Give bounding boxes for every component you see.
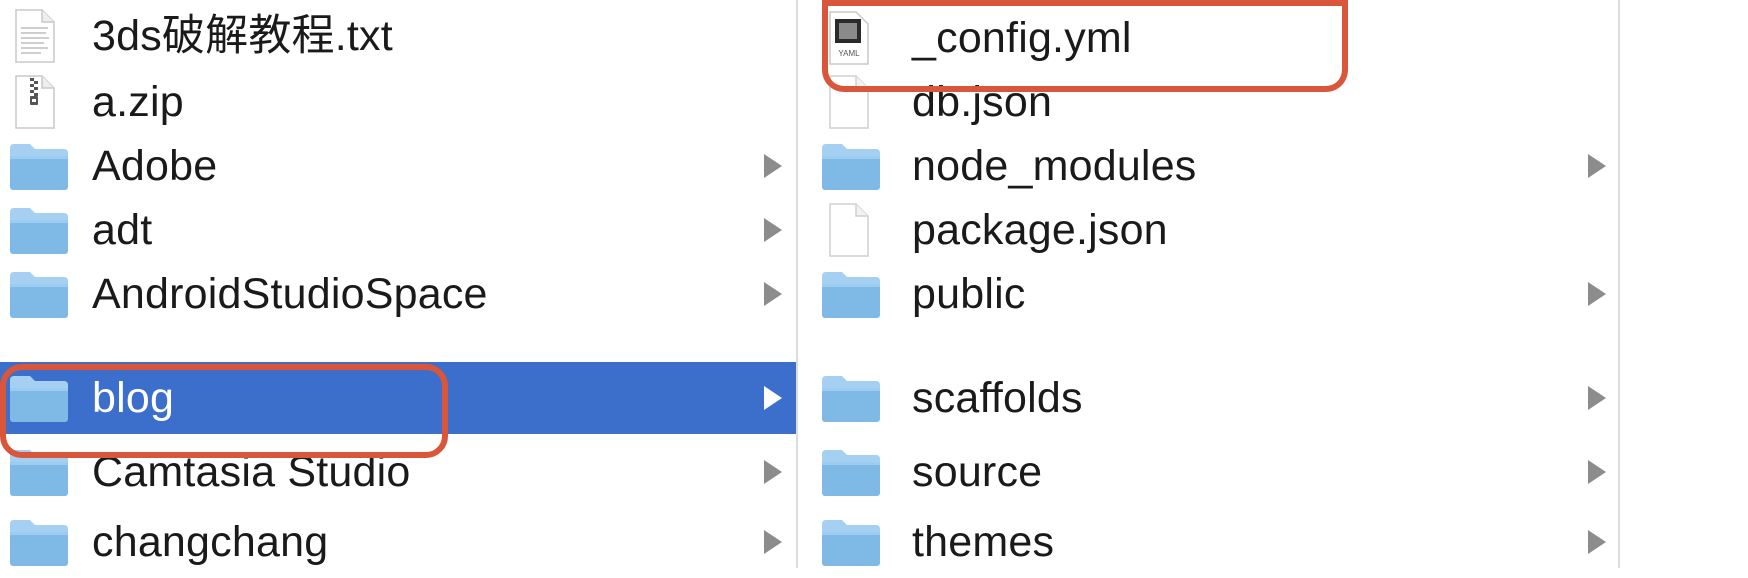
list-item[interactable]: adt [0,194,796,266]
folder-icon [8,266,70,322]
yaml-file-icon: YAML [820,10,882,66]
list-item[interactable]: package.json [798,194,1620,266]
item-label: package.json [912,206,1168,254]
disclosure-arrow-icon[interactable] [1582,258,1612,330]
document-icon [820,74,882,130]
list-item[interactable]: node_modules [798,130,1620,202]
item-label: changchang [92,518,329,566]
folder-icon [8,138,70,194]
document-icon [820,202,882,258]
folder-icon [8,370,70,426]
item-label: source [912,448,1043,496]
folder-icon [8,202,70,258]
item-label: _config.yml [912,14,1132,62]
finder-column-blog[interactable]: YAML _config.yml db.json node_modules pa… [798,0,1620,568]
disclosure-arrow-icon[interactable] [758,130,788,202]
text-file-icon [8,8,70,64]
disclosure-arrow-icon[interactable] [758,506,788,578]
item-label: themes [912,518,1055,566]
list-item[interactable]: db.json [798,66,1620,138]
empty-column-area[interactable] [1620,0,1748,568]
list-item[interactable]: YAML _config.yml [798,2,1620,74]
item-label: 3ds破解教程.txt [92,12,393,60]
list-item[interactable]: public [798,258,1620,330]
disclosure-arrow-icon[interactable] [758,258,788,330]
disclosure-arrow-icon[interactable] [758,362,788,434]
list-item[interactable]: source [798,436,1620,508]
list-item[interactable]: a.zip [0,66,796,138]
disclosure-arrow-icon[interactable] [1582,506,1612,578]
zip-file-icon [8,74,70,130]
item-label: a.zip [92,78,184,126]
list-item[interactable]: 3ds破解教程.txt [0,0,796,72]
list-item-selected[interactable]: blog [0,362,796,434]
disclosure-arrow-icon[interactable] [758,436,788,508]
item-label: Adobe [92,142,218,190]
folder-icon [820,266,882,322]
item-label: Camtasia Studio [92,448,411,496]
item-label: db.json [912,78,1053,126]
list-item[interactable]: themes [798,506,1620,578]
folder-icon [820,444,882,500]
item-label: AndroidStudioSpace [92,270,488,318]
item-label: node_modules [912,142,1197,190]
item-label: public [912,270,1026,318]
folder-icon [820,138,882,194]
list-item[interactable]: AndroidStudioSpace [0,258,796,330]
item-label: blog [92,374,175,422]
folder-icon [820,370,882,426]
folder-icon [820,514,882,570]
list-item[interactable]: Adobe [0,130,796,202]
yaml-badge: YAML [838,49,860,58]
item-label: scaffolds [912,374,1083,422]
folder-icon [8,514,70,570]
item-label: adt [92,206,153,254]
disclosure-arrow-icon[interactable] [1582,362,1612,434]
list-item[interactable]: scaffolds [798,362,1620,434]
list-item[interactable]: changchang [0,506,796,578]
folder-icon [8,444,70,500]
disclosure-arrow-icon[interactable] [758,194,788,266]
disclosure-arrow-icon[interactable] [1582,130,1612,202]
list-item[interactable]: Camtasia Studio [0,436,796,508]
finder-column-home[interactable]: 3ds破解教程.txt a.zip Adobe adt AndroidStudi… [0,0,796,568]
disclosure-arrow-icon[interactable] [1582,436,1612,508]
